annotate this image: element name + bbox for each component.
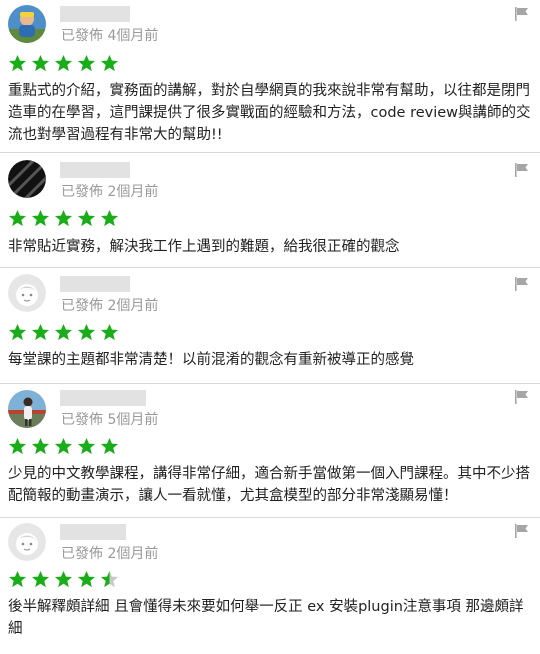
star-icon: [77, 437, 96, 456]
star-icon: [77, 209, 96, 228]
review-text: 非常貼近實務，解決我工作上遇到的難題，給我很正確的觀念: [8, 239, 400, 255]
review-text: 重點式的介紹，實務面的講解，對於自學網頁的我來說非常有幫助，以往都是閉門造車的在…: [8, 83, 531, 143]
review-date: 已發佈 2個月前: [61, 184, 159, 200]
report-flag-icon[interactable]: [514, 524, 530, 538]
reviewer-avatar: [8, 160, 46, 198]
review-item: 已發佈 2個月前 後半解釋頗詳細 且會懂得未來要如何舉一反正 ex 安裝plug…: [0, 518, 540, 654]
star-icon: [31, 323, 50, 342]
star-icon: [31, 54, 50, 73]
report-flag-icon[interactable]: [514, 277, 530, 291]
star-icon: [8, 570, 27, 589]
review-item: 已發佈 4個月前 重點式的介紹，實務面的講解，對於自學網頁的我來說非常有幫助，以…: [0, 0, 540, 153]
rating-stars: [8, 323, 119, 342]
reviewer-name-placeholder: [60, 6, 130, 22]
reviewer-avatar: [8, 523, 46, 561]
star-icon: [100, 54, 119, 73]
reviewer-avatar: [8, 390, 46, 428]
star-icon: [8, 54, 27, 73]
rating-stars: [8, 437, 119, 456]
report-flag-icon[interactable]: [514, 390, 530, 404]
star-icon: [54, 54, 73, 73]
review-item: 已發佈 2個月前 非常貼近實務，解決我工作上遇到的難題，給我很正確的觀念: [0, 153, 540, 268]
review-date: 已發佈 5個月前: [61, 412, 159, 428]
star-icon: [8, 209, 27, 228]
review-date: 已發佈 2個月前: [61, 298, 159, 314]
review-item: 已發佈 5個月前 少見的中文教學課程，講得非常仔細，適合新手當做第一個入門課程。…: [0, 384, 540, 518]
reviewer-name-placeholder: [60, 390, 146, 406]
star-icon: [100, 323, 119, 342]
default-avatar-image: [8, 523, 46, 561]
star-icon: [54, 570, 73, 589]
reviewer-avatar: [8, 274, 46, 312]
star-icon: [100, 209, 119, 228]
star-icon: [8, 323, 27, 342]
rating-stars: [8, 54, 119, 73]
reviewer-avatar: [8, 5, 46, 43]
reviewer-name-placeholder: [60, 276, 130, 292]
review-date: 已發佈 2個月前: [61, 546, 159, 562]
star-icon: [31, 570, 50, 589]
reviewer-name-placeholder: [60, 524, 126, 540]
review-item: 已發佈 2個月前 每堂課的主題都非常清楚！以前混淆的觀念有重新被導正的感覺: [0, 268, 540, 384]
reviewer-name-placeholder: [60, 162, 130, 178]
star-icon: [54, 209, 73, 228]
star-icon: [8, 437, 27, 456]
review-text: 每堂課的主題都非常清楚！以前混淆的觀念有重新被導正的感覺: [8, 352, 414, 368]
report-flag-icon[interactable]: [514, 163, 530, 177]
person-avatar-image: [8, 390, 46, 428]
star-icon: [77, 54, 96, 73]
review-text: 少見的中文教學課程，講得非常仔細，適合新手當做第一個入門課程。其中不少搭配簡報的…: [8, 466, 530, 504]
star-icon: [77, 323, 96, 342]
rating-stars: [8, 570, 119, 589]
review-date: 已發佈 4個月前: [61, 28, 159, 44]
star-icon: [54, 437, 73, 456]
striped-avatar-image: [8, 160, 46, 198]
cyclist-avatar-image: [8, 5, 46, 43]
star-icon: [77, 570, 96, 589]
rating-stars: [8, 209, 119, 228]
star-icon: [31, 437, 50, 456]
star-icon: [100, 437, 119, 456]
report-flag-icon[interactable]: [514, 7, 530, 21]
review-text: 後半解釋頗詳細 且會懂得未來要如何舉一反正 ex 安裝plugin注意事項 那邊…: [8, 599, 524, 637]
star-icon: [54, 323, 73, 342]
star-icon: [31, 209, 50, 228]
star-icon: [100, 570, 119, 589]
default-avatar-image: [8, 274, 46, 312]
